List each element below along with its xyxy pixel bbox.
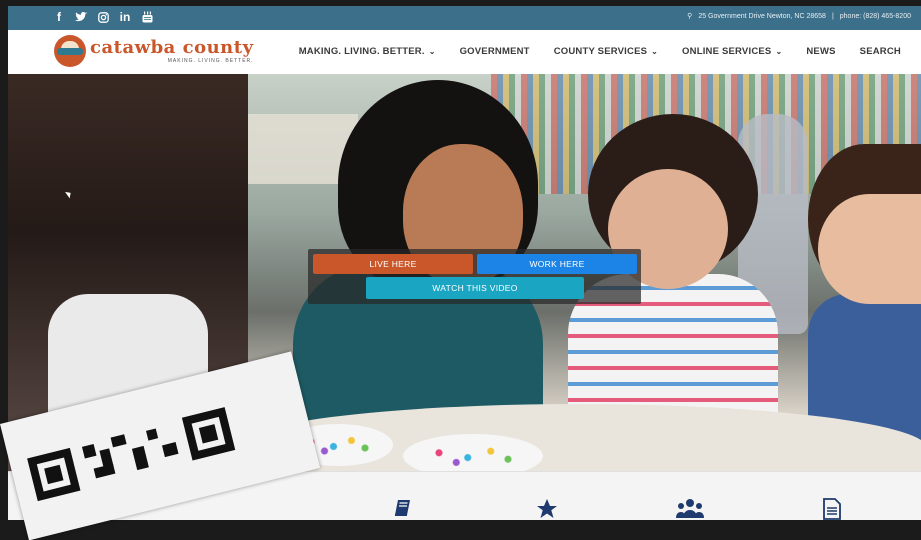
cta-panel: LIVE HERE WORK HERE WATCH THIS VIDEO: [308, 249, 641, 304]
site-logo[interactable]: catawba county MAKING. LIVING. BETTER.: [54, 35, 254, 67]
beads: [416, 440, 531, 471]
nav-making-living-better[interactable]: MAKING. LIVING. BETTER. ⌄: [299, 46, 436, 57]
contact-info: ⚲ 25 Government Drive Newton, NC 28658 |…: [687, 12, 911, 21]
contact-separator: |: [831, 12, 834, 20]
address-text: 25 Government Drive Newton, NC 28658: [698, 12, 826, 20]
chevron-down-icon: ⌄: [651, 47, 659, 56]
map-marker-icon: ⚲: [687, 13, 693, 20]
instagram-icon[interactable]: [96, 10, 110, 24]
main-nav: MAKING. LIVING. BETTER. ⌄ GOVERNMENT COUN…: [299, 46, 901, 57]
watch-video-button[interactable]: WATCH THIS VIDEO: [366, 277, 584, 299]
nav-government[interactable]: GOVERNMENT: [460, 46, 530, 57]
site-header: catawba county MAKING. LIVING. BETTER. M…: [8, 30, 921, 75]
linkedin-icon[interactable]: in: [118, 10, 132, 24]
facebook-icon[interactable]: f: [52, 10, 66, 24]
phone-text[interactable]: phone: (828) 465-8200: [840, 13, 911, 20]
social-links: f in: [52, 10, 154, 24]
live-here-button[interactable]: LIVE HERE: [313, 254, 473, 274]
book-icon[interactable]: [393, 498, 413, 520]
star-icon[interactable]: [536, 498, 558, 520]
twitter-icon[interactable]: [74, 10, 88, 24]
top-bar: f in ⚲ 25 Government Drive Newton, NC 28…: [8, 6, 921, 30]
nav-search[interactable]: SEARCH: [860, 46, 901, 57]
document-icon[interactable]: [823, 498, 841, 520]
nav-county-services[interactable]: COUNTY SERVICES ⌄: [554, 46, 658, 57]
youtube-icon[interactable]: [140, 10, 154, 24]
logo-tagline: MAKING. LIVING. BETTER.: [167, 58, 254, 64]
logo-emblem-icon: [54, 35, 86, 67]
girl-right-face: [818, 194, 921, 304]
logo-name: catawba county: [90, 37, 254, 58]
work-here-button[interactable]: WORK HERE: [477, 254, 637, 274]
chevron-down-icon: ⌄: [775, 47, 783, 56]
chevron-down-icon: ⌄: [428, 47, 436, 56]
nav-news[interactable]: NEWS: [806, 46, 835, 57]
users-icon[interactable]: [676, 498, 704, 520]
nav-online-services[interactable]: ONLINE SERVICES ⌄: [682, 46, 782, 57]
